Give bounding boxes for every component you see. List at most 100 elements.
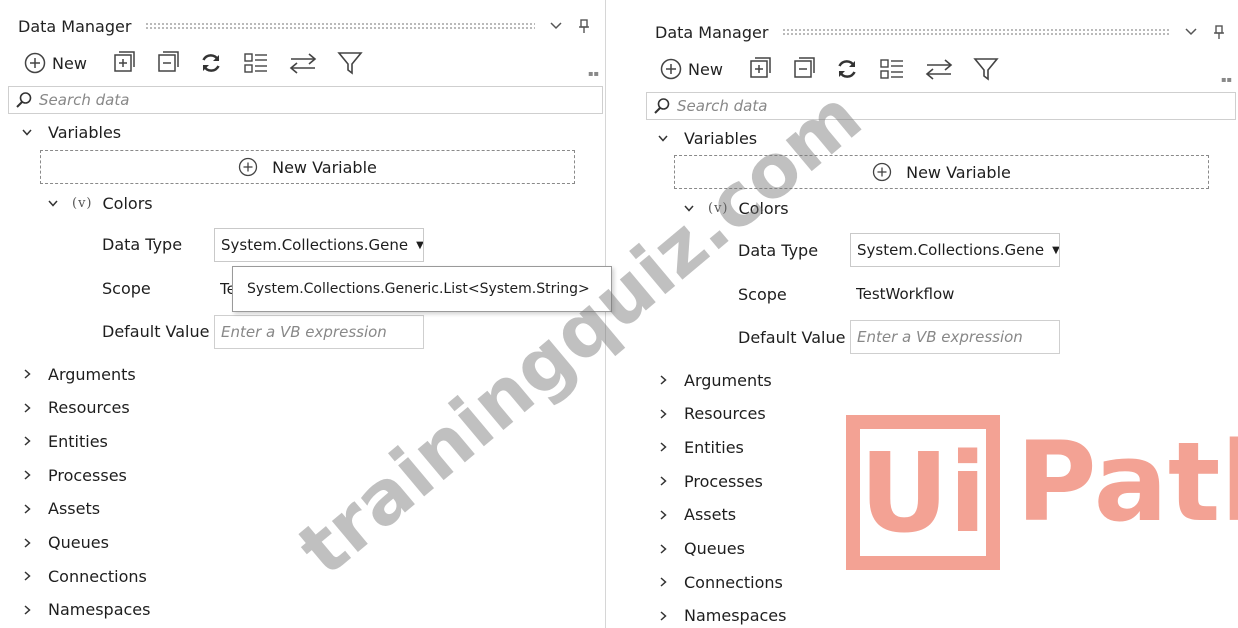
tree-node-entities[interactable]: Entities [656, 436, 744, 458]
filter-icon [337, 52, 363, 75]
chevron-right-icon[interactable] [20, 502, 34, 516]
data-manager-panel-left: Data Manager New ▪▪ Search data Variable… [0, 0, 606, 628]
scope-value[interactable]: TestWorkflow [856, 285, 954, 303]
tree-node-connections[interactable]: Connections [656, 571, 783, 593]
collapse-all-button[interactable] [791, 57, 815, 81]
expand-all-button[interactable] [747, 57, 771, 81]
swap-arrows-icon [289, 53, 317, 74]
swap-button[interactable] [289, 51, 317, 75]
collapse-all-button[interactable] [155, 51, 179, 75]
data-type-dropdown[interactable]: System.Collections.Gene ▼ [214, 228, 424, 262]
variable-node-colors[interactable]: (v) Colors [46, 192, 153, 214]
refresh-button[interactable] [835, 57, 859, 81]
toolbar-overflow-icon[interactable]: ▪▪ [588, 69, 599, 78]
tooltip-text: System.Collections.Generic.List<System.S… [247, 281, 590, 297]
toolbar-overflow-icon[interactable]: ▪▪ [1221, 75, 1232, 84]
tree-node-label: Resources [48, 398, 130, 418]
variable-name[interactable]: Colors [739, 199, 789, 218]
tree-node-arguments[interactable]: Arguments [656, 369, 772, 391]
tree-node-label: Connections [48, 566, 147, 586]
new-variable-button[interactable]: New Variable [40, 150, 575, 184]
chevron-down-icon[interactable] [20, 125, 34, 139]
dropdown-arrow-icon: ▼ [1052, 244, 1060, 256]
panel-title: Data Manager [18, 16, 132, 36]
add-circle-icon [238, 157, 258, 177]
pin-icon[interactable] [577, 19, 591, 33]
search-icon [16, 92, 32, 108]
chevron-down-icon[interactable] [1184, 25, 1198, 39]
expand-all-button[interactable] [111, 51, 135, 75]
new-button[interactable]: New [660, 58, 723, 80]
list-view-button[interactable] [243, 51, 269, 75]
drag-grip[interactable] [782, 28, 1170, 36]
drag-grip[interactable] [145, 22, 535, 30]
tree-node-variables[interactable]: Variables [656, 127, 757, 149]
chevron-right-icon[interactable] [20, 468, 34, 482]
toolbar: New ▪▪ [0, 46, 605, 80]
tree-node-assets[interactable]: Assets [20, 498, 100, 520]
toolbar: New ▪▪ [640, 52, 1238, 86]
tree-node-arguments[interactable]: Arguments [20, 363, 136, 385]
variable-name[interactable]: Colors [103, 194, 153, 213]
search-input[interactable]: Search data [39, 91, 129, 109]
tree-node-variables[interactable]: Variables [20, 121, 121, 143]
default-value-label: Default Value [102, 322, 210, 341]
chevron-right-icon[interactable] [656, 542, 670, 556]
chevron-right-icon[interactable] [20, 536, 34, 550]
tree-node-label: Namespaces [48, 600, 151, 620]
chevron-right-icon[interactable] [20, 401, 34, 415]
search-bar[interactable]: Search data [646, 92, 1236, 120]
tree-node-label: Processes [48, 465, 127, 485]
filter-button[interactable] [973, 57, 999, 81]
chevron-right-icon[interactable] [656, 474, 670, 488]
collapse-all-icon [158, 51, 179, 72]
refresh-icon [838, 60, 856, 78]
default-value-input[interactable]: Enter a VB expression [850, 320, 1060, 354]
chevron-down-icon[interactable] [682, 201, 696, 215]
chevron-right-icon[interactable] [656, 575, 670, 589]
tree-node-namespaces[interactable]: Namespaces [20, 599, 150, 621]
new-variable-label: New Variable [272, 157, 377, 177]
tree-node-label: Arguments [48, 364, 136, 384]
tree-node-resources[interactable]: Resources [20, 397, 130, 419]
chevron-right-icon[interactable] [656, 609, 670, 623]
chevron-right-icon[interactable] [20, 434, 34, 448]
tree-node-queues[interactable]: Queues [20, 532, 109, 554]
expand-all-icon [114, 51, 135, 72]
new-button[interactable]: New [24, 52, 87, 74]
scope-label: Scope [102, 279, 151, 298]
chevron-down-icon[interactable] [46, 196, 60, 210]
tree-node-queues[interactable]: Queues [656, 538, 745, 560]
search-input[interactable]: Search data [677, 97, 767, 115]
panel-title: Data Manager [655, 22, 769, 42]
tree-node-label: Queues [684, 539, 745, 558]
pin-icon[interactable] [1212, 25, 1226, 39]
variable-icon: (v) [708, 200, 729, 216]
chevron-down-icon[interactable] [549, 19, 563, 33]
tree-node-resources[interactable]: Resources [656, 403, 766, 425]
new-variable-button[interactable]: New Variable [674, 155, 1209, 189]
swap-button[interactable] [925, 57, 953, 81]
chevron-right-icon[interactable] [656, 440, 670, 454]
default-value-input[interactable]: Enter a VB expression [214, 315, 424, 349]
chevron-right-icon[interactable] [20, 367, 34, 381]
list-view-button[interactable] [879, 57, 905, 81]
filter-button[interactable] [337, 51, 363, 75]
variable-node-colors[interactable]: (v) Colors [682, 197, 789, 219]
chevron-right-icon[interactable] [656, 407, 670, 421]
tree-node-processes[interactable]: Processes [656, 470, 763, 492]
tree-node-label: Resources [684, 404, 766, 424]
tree-node-namespaces[interactable]: Namespaces [656, 605, 786, 627]
chevron-down-icon[interactable] [656, 131, 670, 145]
chevron-right-icon[interactable] [656, 508, 670, 522]
refresh-button[interactable] [199, 51, 223, 75]
search-bar[interactable]: Search data [8, 86, 603, 114]
chevron-right-icon[interactable] [20, 603, 34, 617]
tree-node-processes[interactable]: Processes [20, 464, 127, 486]
tree-node-entities[interactable]: Entities [20, 430, 108, 452]
tree-node-assets[interactable]: Assets [656, 504, 736, 526]
tree-node-connections[interactable]: Connections [20, 565, 147, 587]
chevron-right-icon[interactable] [20, 569, 34, 583]
chevron-right-icon[interactable] [656, 373, 670, 387]
data-type-dropdown[interactable]: System.Collections.Gene ▼ [850, 233, 1060, 267]
